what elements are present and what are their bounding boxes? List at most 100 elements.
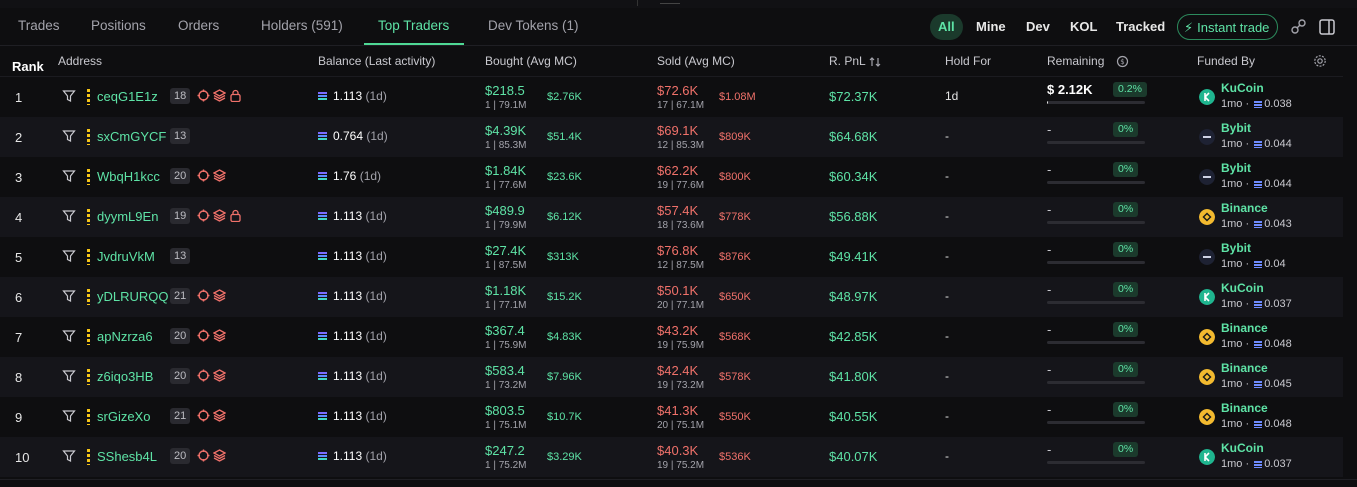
- col-rank[interactable]: Rank: [12, 59, 44, 74]
- instant-trade-button[interactable]: ⚡ Instant trade: [1177, 14, 1279, 40]
- table-row[interactable]: 4 dyymL9En 19 1.113 (1d) $489.9 1 | 79.9…: [0, 197, 1343, 237]
- funder-name[interactable]: KuCoin: [1221, 441, 1264, 455]
- funder-name[interactable]: Bybit: [1221, 161, 1251, 175]
- funder-name[interactable]: KuCoin: [1221, 281, 1264, 295]
- filter-icon[interactable]: [62, 369, 76, 383]
- connect-icon[interactable]: [1290, 18, 1308, 36]
- funder-name[interactable]: Binance: [1221, 401, 1268, 415]
- crosshair-icon[interactable]: [197, 329, 210, 342]
- filter-kol-button[interactable]: KOL: [1070, 14, 1097, 40]
- stack-icon[interactable]: [213, 369, 226, 382]
- scrollbar[interactable]: [1343, 46, 1357, 479]
- trader-address-link[interactable]: z6iqo3HB: [97, 369, 153, 384]
- table-row[interactable]: 1 ceqG1E1z 18 1.113 (1d) $218.5 1 | 79.1…: [0, 77, 1343, 117]
- funder-name[interactable]: Binance: [1221, 321, 1268, 335]
- filter-icon[interactable]: [62, 89, 76, 103]
- remaining-progress-bar: [1047, 461, 1145, 464]
- sold-amount: $40.3K: [657, 443, 699, 458]
- col-bought[interactable]: Bought (Avg MC): [485, 54, 577, 68]
- crosshair-icon[interactable]: [197, 449, 210, 462]
- table-row[interactable]: 8 z6iqo3HB 20 1.113 (1d) $583.4 1 | 73.2…: [0, 357, 1343, 397]
- trader-address-link[interactable]: SShesb4L: [97, 449, 157, 464]
- wallet-tag-marker: [87, 329, 90, 345]
- stack-icon[interactable]: [213, 169, 226, 182]
- filter-icon[interactable]: [62, 409, 76, 423]
- stack-icon[interactable]: [213, 329, 226, 342]
- table-row[interactable]: 6 yDLRURQQ 21 1.113 (1d) $1.18K 1 | 77.1…: [0, 277, 1343, 317]
- table-row[interactable]: 9 srGizeXo 21 1.113 (1d) $803.5 1 | 75.1…: [0, 397, 1343, 437]
- filter-mine-button[interactable]: Mine: [976, 14, 1006, 40]
- sold-avg-mc: $568K: [719, 331, 751, 343]
- filter-icon[interactable]: [62, 169, 76, 183]
- tx-count-badge: 20: [170, 448, 191, 464]
- filter-icon[interactable]: [62, 129, 76, 143]
- crosshair-icon[interactable]: [197, 89, 210, 102]
- filter-tracked-button[interactable]: Tracked: [1116, 14, 1165, 40]
- funder-name[interactable]: Binance: [1221, 201, 1268, 215]
- crosshair-icon[interactable]: [197, 209, 210, 222]
- trader-address-link[interactable]: JvdruVkM: [97, 249, 155, 264]
- filter-icon[interactable]: [62, 289, 76, 303]
- crosshair-icon[interactable]: [197, 409, 210, 422]
- sold-avg-mc: $800K: [719, 171, 751, 183]
- table-row[interactable]: 2 sxCmGYCF 13 0.764 (1d) $4.39K 1 | 85.3…: [0, 117, 1343, 157]
- filter-icon[interactable]: [62, 209, 76, 223]
- trader-address-link[interactable]: WbqH1kcc: [97, 169, 160, 184]
- stack-icon[interactable]: [213, 89, 226, 102]
- table-row[interactable]: 3 WbqH1kcc 20 1.76 (1d) $1.84K 1 | 77.6M…: [0, 157, 1343, 197]
- trader-address-link[interactable]: yDLRURQQ: [97, 289, 169, 304]
- hold-duration: -: [945, 449, 949, 463]
- crosshair-icon[interactable]: [197, 289, 210, 302]
- trader-address-link[interactable]: dyymL9En: [97, 209, 158, 224]
- remaining-progress-bar: [1047, 421, 1145, 424]
- remaining-value: -: [1047, 122, 1052, 137]
- col-sold[interactable]: Sold (Avg MC): [657, 54, 735, 68]
- col-remaining[interactable]: Remaining: [1047, 54, 1104, 68]
- bybit-icon: [1199, 129, 1215, 145]
- sort-icon[interactable]: [869, 56, 881, 68]
- remaining-value: $ 2.12K: [1047, 82, 1093, 97]
- resize-handle[interactable]: [660, 3, 680, 4]
- trader-address-link[interactable]: srGizeXo: [97, 409, 150, 424]
- table-row[interactable]: 5 JvdruVkM 13 1.113 (1d) $27.4K 1 | 87.5…: [0, 237, 1343, 277]
- trader-address-link[interactable]: ceqG1E1z: [97, 89, 158, 104]
- filter-icon[interactable]: [62, 449, 76, 463]
- funded-detail: 1mo · 0.043: [1221, 218, 1292, 230]
- funder-name[interactable]: Binance: [1221, 361, 1268, 375]
- filter-icon[interactable]: [62, 329, 76, 343]
- wallet-tag-marker: [87, 129, 90, 145]
- solana-icon: [1254, 220, 1263, 228]
- funder-name[interactable]: Bybit: [1221, 241, 1251, 255]
- solana-icon: [1254, 140, 1263, 148]
- col-pnl[interactable]: R. PnL: [829, 54, 866, 68]
- currency-toggle-icon[interactable]: $: [1116, 55, 1129, 68]
- trader-address-link[interactable]: sxCmGYCF: [97, 129, 166, 144]
- stack-icon[interactable]: [213, 449, 226, 462]
- balance-value: 1.113 (1d): [333, 289, 387, 303]
- stack-icon[interactable]: [213, 289, 226, 302]
- lock-icon[interactable]: [229, 89, 242, 102]
- crosshair-icon[interactable]: [197, 369, 210, 382]
- filter-icon[interactable]: [62, 249, 76, 263]
- bought-amount: $218.5: [485, 83, 525, 98]
- stack-icon[interactable]: [213, 209, 226, 222]
- stack-icon[interactable]: [213, 409, 226, 422]
- settings-gear-icon[interactable]: [1313, 54, 1327, 68]
- crosshair-icon[interactable]: [197, 169, 210, 182]
- table-row[interactable]: 7 apNzrza6 20 1.113 (1d) $367.4 1 | 75.9…: [0, 317, 1343, 357]
- col-hold[interactable]: Hold For: [945, 54, 991, 68]
- balance-value: 1.113 (1d): [333, 369, 387, 383]
- funder-name[interactable]: KuCoin: [1221, 81, 1264, 95]
- top-strip: [0, 0, 1357, 8]
- trader-address-link[interactable]: apNzrza6: [97, 329, 153, 344]
- filter-all-button[interactable]: All: [930, 14, 963, 40]
- funder-name[interactable]: Bybit: [1221, 121, 1251, 135]
- col-balance[interactable]: Balance (Last activity): [318, 54, 435, 68]
- bought-avg-mc: $4.83K: [547, 331, 582, 343]
- table-row[interactable]: 10 SShesb4L 20 1.113 (1d) $247.2 1 | 75.…: [0, 437, 1343, 477]
- sold-avg-mc: $1.08M: [719, 91, 756, 103]
- remaining-value: -: [1047, 282, 1052, 297]
- filter-dev-button[interactable]: Dev: [1026, 14, 1050, 40]
- sidebar-toggle-icon[interactable]: [1318, 18, 1336, 36]
- lock-icon[interactable]: [229, 209, 242, 222]
